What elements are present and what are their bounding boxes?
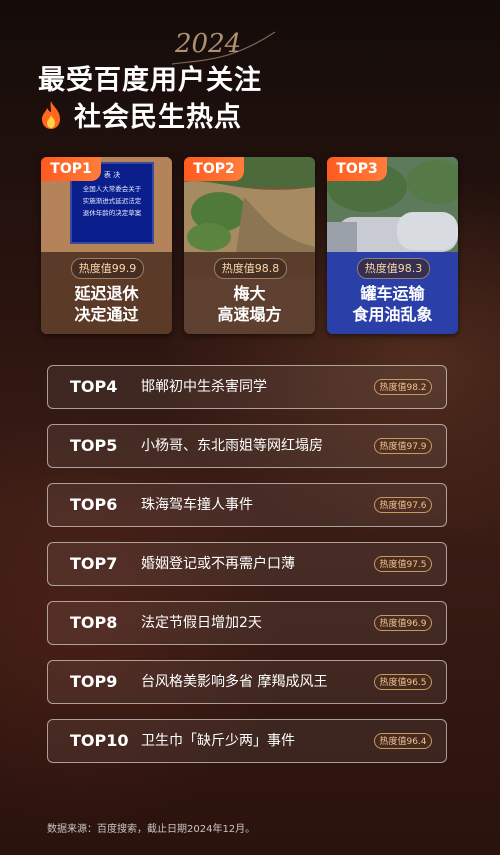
- list-item-top8[interactable]: TOP8 法定节假日增加2天 热度值96.9: [47, 601, 447, 645]
- item-title: 小杨哥、东北雨姐等网红塌房: [141, 438, 323, 454]
- top1-caption: 延迟退休 决定通过: [41, 283, 172, 325]
- rank-label: TOP10: [70, 731, 129, 750]
- svg-text:全国人大常委会关于: 全国人大常委会关于: [83, 184, 142, 193]
- top3-caption: 罐车运输 食用油乱象: [327, 283, 458, 325]
- heat-badge: 热度值97.9: [374, 438, 432, 454]
- top3-card[interactable]: TOP3 热度值98.3 罐车运输 食用油乱象: [327, 157, 458, 334]
- list-item-top7[interactable]: TOP7 婚姻登记或不再需户口薄 热度值97.5: [47, 542, 447, 586]
- heat-badge: 热度值96.5: [374, 674, 432, 690]
- list-item-top6[interactable]: TOP6 珠海驾车撞人事件 热度值97.6: [47, 483, 447, 527]
- list-item-top4[interactable]: TOP4 邯郸初中生杀害同学 热度值98.2: [47, 365, 447, 409]
- item-title: 法定节假日增加2天: [141, 615, 262, 631]
- page-title: 最受百度用户关注: [38, 65, 262, 96]
- subtitle-text: 社会民生热点: [74, 102, 242, 133]
- svg-text:实施渐进式延迟法定: 实施渐进式延迟法定: [83, 196, 142, 205]
- item-title: 邯郸初中生杀害同学: [141, 379, 267, 395]
- item-title: 珠海驾车撞人事件: [141, 497, 253, 513]
- top1-caption-line1: 延迟退休: [74, 284, 139, 303]
- rank-label: TOP8: [70, 613, 118, 632]
- top3-caption-line1: 罐车运输: [360, 284, 425, 303]
- top1-heat-badge: 热度值99.9: [71, 258, 144, 279]
- top2-card[interactable]: TOP2 热度值98.8 梅大 高速塌方: [184, 157, 315, 334]
- svg-text:表 决: 表 决: [104, 170, 120, 179]
- top3-caption-line2: 食用油乱象: [352, 305, 433, 324]
- top1-caption-line2: 决定通过: [74, 305, 139, 324]
- top1-badge: TOP1: [41, 157, 101, 181]
- data-source-note: 数据来源：百度搜索，截止日期2024年12月。: [47, 824, 256, 835]
- heat-badge: 热度值97.5: [374, 556, 432, 572]
- fire-icon: [42, 100, 60, 129]
- top2-caption-line2: 高速塌方: [217, 305, 282, 324]
- page-subtitle: 社会民生热点: [38, 95, 242, 134]
- heat-badge: 热度值96.4: [374, 733, 432, 749]
- top3-heat-badge: 热度值98.3: [357, 258, 430, 279]
- rank-label: TOP9: [70, 672, 118, 691]
- rank-label: TOP6: [70, 495, 118, 514]
- heat-badge: 热度值98.2: [374, 379, 432, 395]
- top2-caption-line1: 梅大: [233, 284, 266, 303]
- rank-label: TOP5: [70, 436, 118, 455]
- heat-badge: 热度值97.6: [374, 497, 432, 513]
- svg-text:退休年龄的决定草案: 退休年龄的决定草案: [83, 208, 142, 217]
- item-title: 卫生巾「缺斤少两」事件: [141, 733, 295, 749]
- rank-label: TOP4: [70, 377, 118, 396]
- list-item-top10[interactable]: TOP10 卫生巾「缺斤少两」事件 热度值96.4: [47, 719, 447, 763]
- top2-caption: 梅大 高速塌方: [184, 283, 315, 325]
- list-item-top9[interactable]: TOP9 台风格美影响多省 摩羯成风王 热度值96.5: [47, 660, 447, 704]
- top2-heat-badge: 热度值98.8: [214, 258, 287, 279]
- item-title: 婚姻登记或不再需户口薄: [141, 556, 295, 572]
- rank-label: TOP7: [70, 554, 118, 573]
- heat-badge: 热度值96.9: [374, 615, 432, 631]
- top1-card[interactable]: 表 决 全国人大常委会关于 实施渐进式延迟法定 退休年龄的决定草案 TOP1 热…: [41, 157, 172, 334]
- top3-badge: TOP3: [327, 157, 387, 181]
- list-item-top5[interactable]: TOP5 小杨哥、东北雨姐等网红塌房 热度值97.9: [47, 424, 447, 468]
- top2-badge: TOP2: [184, 157, 244, 181]
- item-title: 台风格美影响多省 摩羯成风王: [141, 674, 328, 690]
